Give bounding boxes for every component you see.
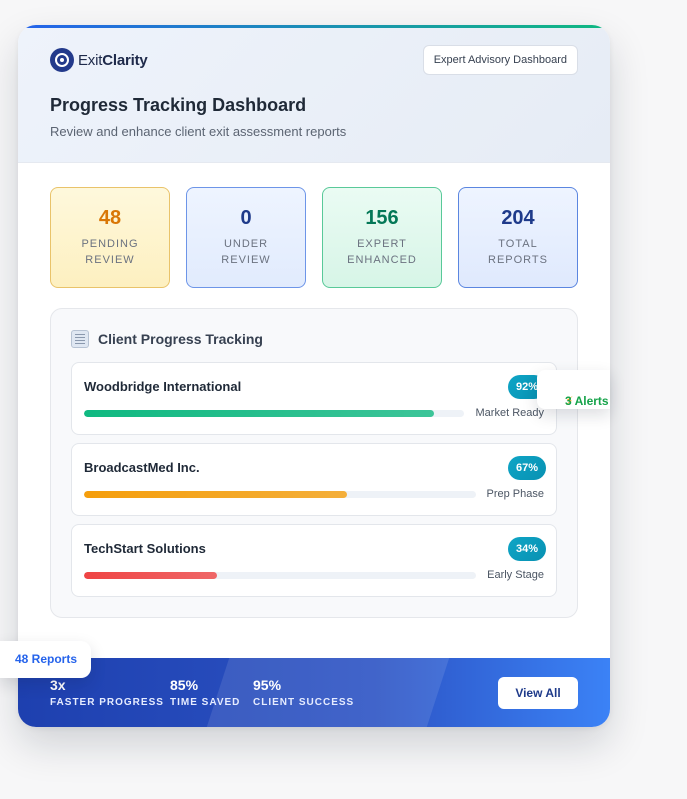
stat-label: UNDER REVIEW: [187, 236, 305, 268]
stat-label-line-2: ENHANCED: [347, 254, 417, 266]
clipboard-icon: [71, 330, 89, 348]
footer-metric: 95% CLIENT SUCCESS: [253, 677, 354, 708]
progress-percent-badge: 34%: [507, 537, 546, 561]
stat-value: 204: [501, 207, 535, 229]
brand-logo[interactable]: ExitClarity: [50, 48, 148, 72]
metric-value: 85%: [170, 677, 199, 693]
client-progress-panel: Client Progress Tracking Woodbridge Inte…: [50, 308, 578, 618]
brand-name-bold: Clarity: [102, 51, 148, 69]
page-subtitle: Review and enhance client exit assessmen…: [50, 124, 347, 139]
advisory-badge[interactable]: Expert Advisory Dashboard: [422, 45, 578, 75]
view-all-button[interactable]: View All: [498, 677, 578, 709]
progress-track: [84, 410, 464, 417]
stat-card-pending-review[interactable]: 48 PENDING REVIEW: [50, 187, 170, 288]
target-icon: [50, 48, 74, 72]
panel-header: Client Progress Tracking: [71, 330, 263, 348]
progress-fill: [84, 572, 218, 579]
panel-title: Client Progress Tracking: [98, 331, 263, 347]
stat-label-line-1: TOTAL: [498, 238, 538, 250]
stage-label: Early Stage: [487, 569, 544, 581]
metric-label: CLIENT SUCCESS: [253, 697, 355, 708]
page-title: Progress Tracking Dashboard: [50, 95, 307, 115]
progress-track: [84, 491, 476, 498]
stage-label: Prep Phase: [486, 488, 544, 500]
stat-card-expert-enhanced[interactable]: 156 EXPERT ENHANCED: [322, 187, 442, 288]
footer-metric: 3x FASTER PROGRESS: [50, 677, 164, 708]
stat-label: PENDING REVIEW: [51, 236, 169, 268]
client-row[interactable]: Woodbridge International 92% Market Read…: [71, 362, 557, 435]
stat-label-line-1: EXPERT: [357, 238, 407, 250]
stat-label: TOTAL REPORTS: [459, 236, 577, 268]
stat-label-line-2: REPORTS: [488, 254, 548, 266]
progress-fill: [84, 491, 347, 498]
stat-label-line-2: REVIEW: [85, 254, 135, 266]
footer-metric: 85% TIME SAVED: [170, 677, 240, 708]
footer-bar: 3x FASTER PROGRESS 85% TIME SAVED 95% CL…: [18, 658, 610, 727]
stat-value: 0: [240, 207, 252, 229]
stat-label: EXPERT ENHANCED: [323, 236, 441, 268]
metric-value: 95%: [253, 677, 282, 693]
progress-fill: [84, 410, 434, 417]
floating-alerts-badge[interactable]: ⚡ 3 Alerts: [537, 370, 610, 409]
client-row[interactable]: BroadcastMed Inc. 67% Prep Phase: [71, 443, 557, 516]
client-name: Woodbridge International: [84, 379, 242, 394]
progress-percent-badge: 67%: [507, 456, 546, 480]
stat-label-line-1: UNDER: [223, 238, 269, 250]
stage-label: Market Ready: [475, 407, 544, 419]
stat-label-line-2: REVIEW: [221, 254, 271, 266]
floating-reports-badge[interactable]: 48 Reports: [0, 641, 91, 678]
client-name: TechStart Solutions: [84, 541, 206, 556]
dashboard-card: ExitClarity Expert Advisory Dashboard Pr…: [18, 25, 610, 727]
stats-row: 48 PENDING REVIEW 0 UNDER REVIEW 156 EXPER…: [50, 187, 578, 288]
dashboard-header: ExitClarity Expert Advisory Dashboard Pr…: [18, 25, 610, 163]
reports-count-label: 48 Reports: [14, 652, 77, 666]
stat-label-line-1: PENDING: [81, 238, 139, 250]
metric-label: TIME SAVED: [170, 697, 241, 708]
client-name: BroadcastMed Inc.: [84, 460, 200, 475]
stat-value: 156: [365, 207, 399, 229]
brand-name-light: Exit: [78, 51, 103, 69]
stat-value: 48: [98, 207, 122, 229]
accent-line: [18, 25, 610, 28]
brand-name: ExitClarity: [78, 52, 148, 69]
metric-value: 3x: [50, 677, 66, 693]
stat-card-total-reports[interactable]: 204 TOTAL REPORTS: [458, 187, 578, 288]
client-row[interactable]: TechStart Solutions 34% Early Stage: [71, 524, 557, 597]
stat-card-under-review[interactable]: 0 UNDER REVIEW: [186, 187, 306, 288]
alerts-label: 3 Alerts: [565, 394, 609, 408]
progress-track: [84, 572, 476, 579]
metric-label: FASTER PROGRESS: [50, 697, 164, 708]
